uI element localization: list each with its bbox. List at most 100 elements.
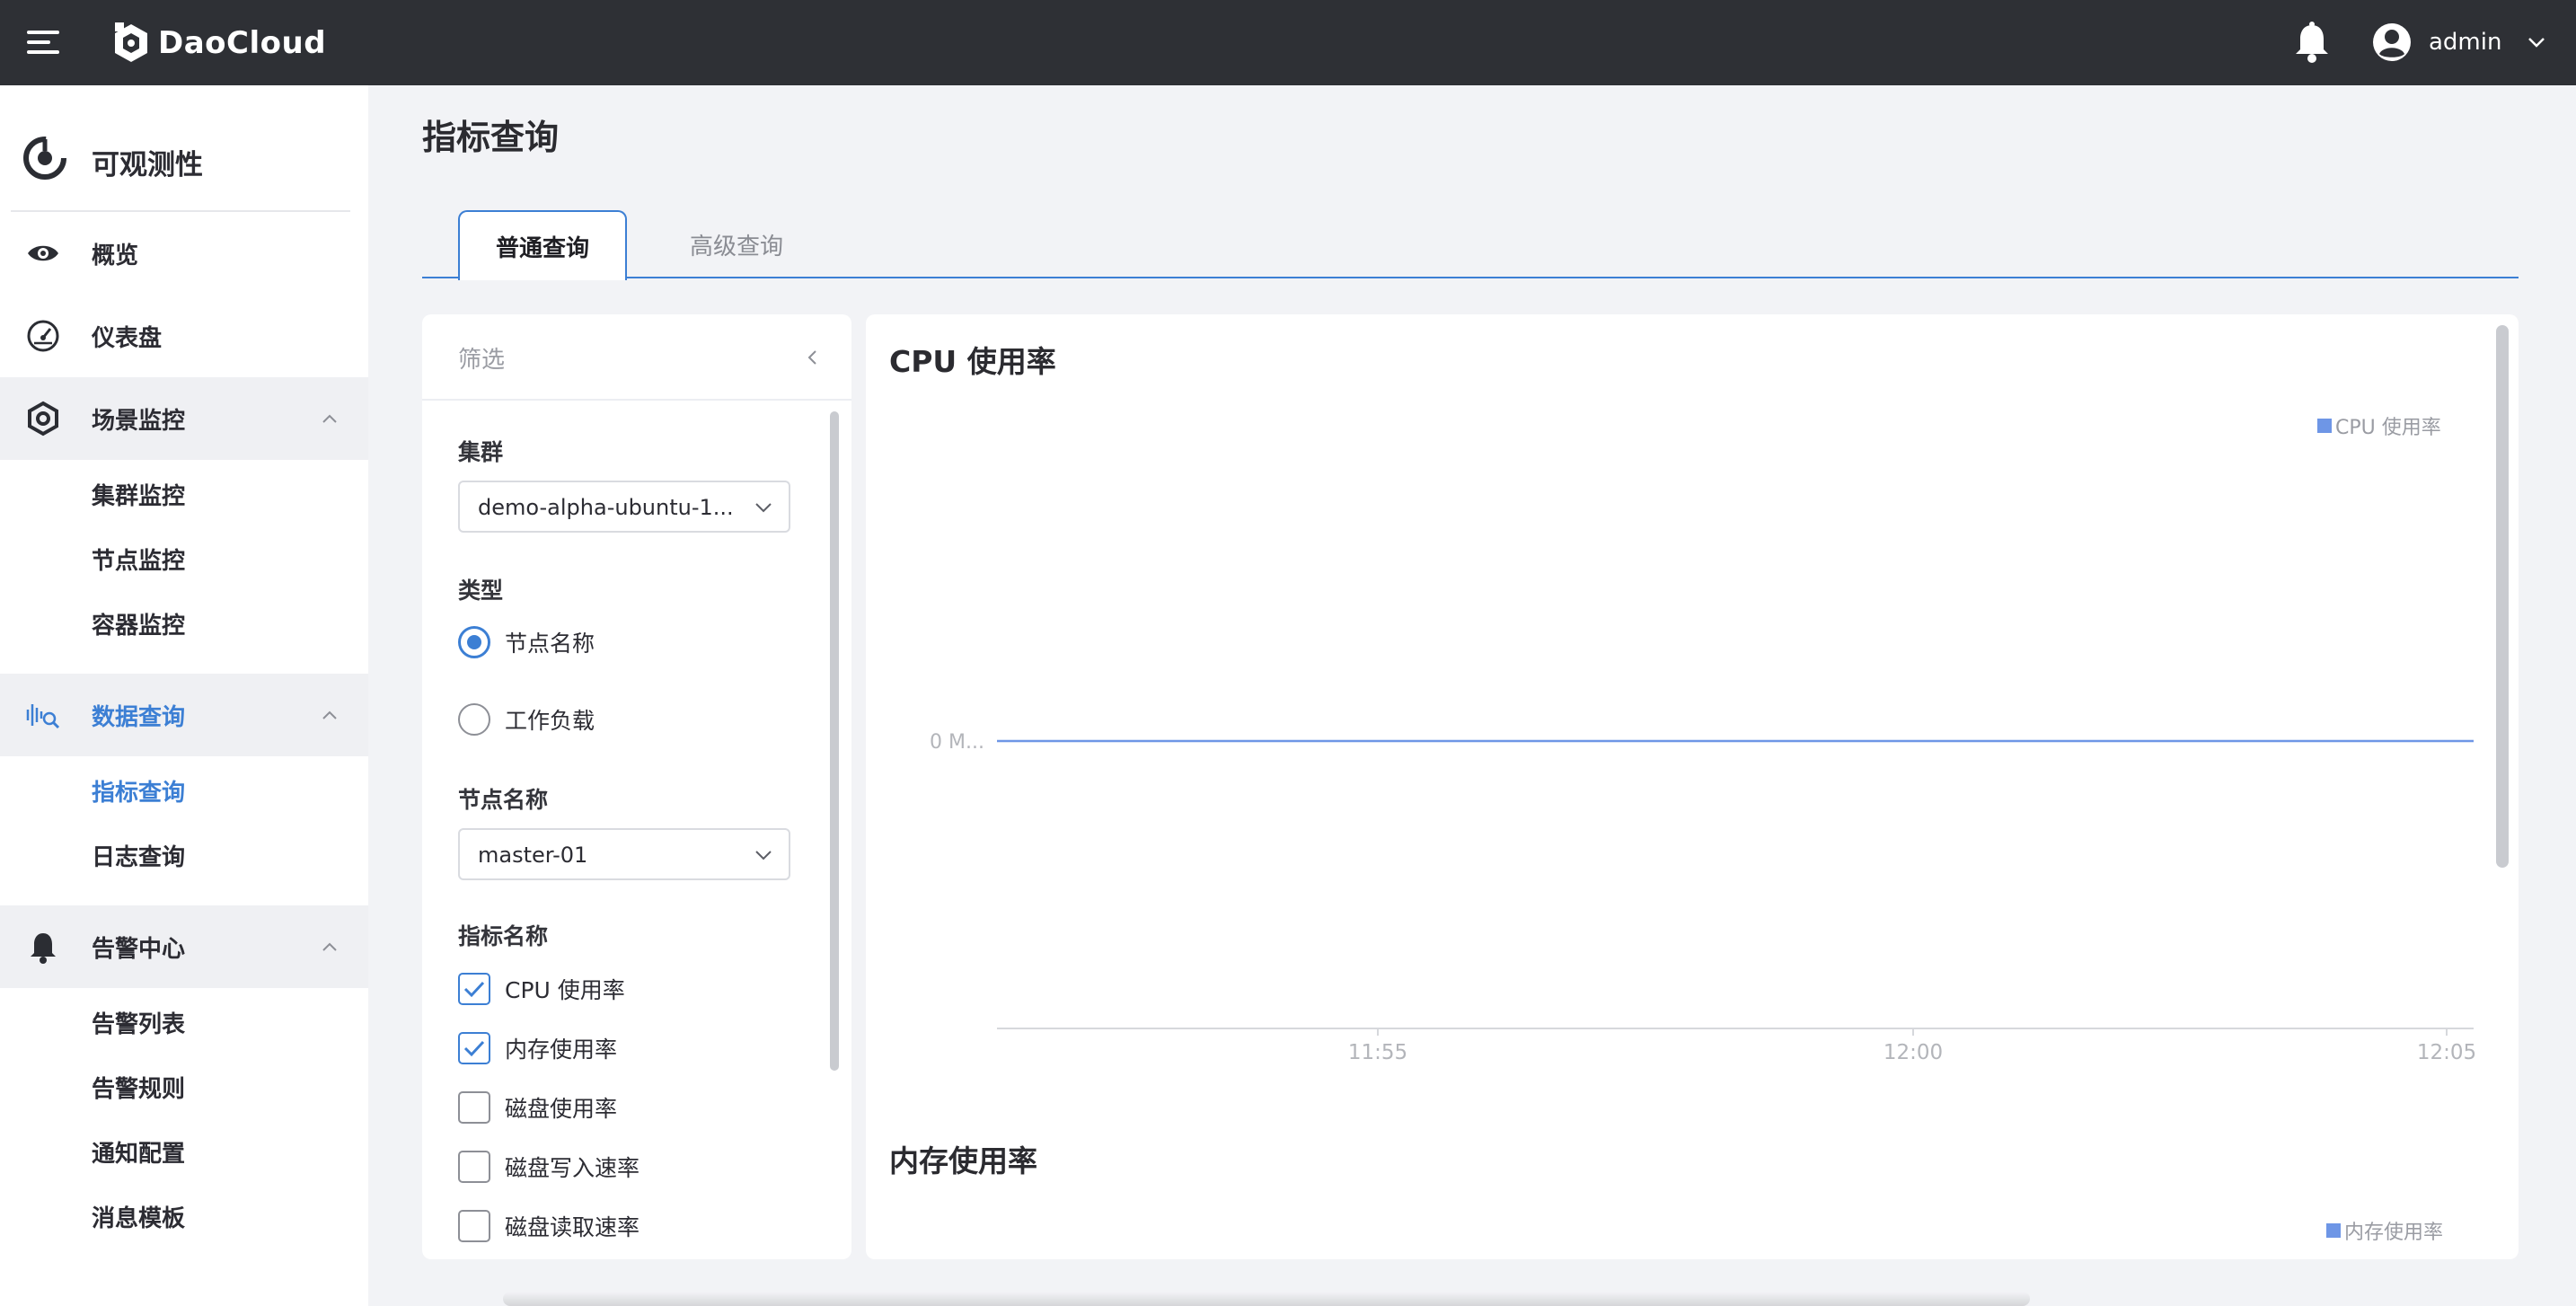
legend-swatch bbox=[2326, 1223, 2341, 1238]
checkbox-label: 磁盘写入速率 bbox=[505, 1155, 640, 1181]
sidebar-item-label: 指标查询 bbox=[92, 780, 186, 807]
checkbox-label: 内存使用率 bbox=[505, 1037, 618, 1063]
check-icon bbox=[463, 981, 485, 998]
user-name: admin bbox=[2429, 29, 2502, 56]
cpu-usage-chart: 11:55 12:00 12:05 0 M... bbox=[930, 731, 2476, 1064]
sidebar-item-label: 数据查询 bbox=[92, 704, 186, 731]
radio-unselected[interactable] bbox=[458, 703, 490, 736]
checkbox-label: 磁盘读取速率 bbox=[505, 1214, 640, 1240]
sidebar-item-alert-rules[interactable]: 告警规则 bbox=[0, 1053, 368, 1117]
gauge-icon bbox=[27, 320, 59, 352]
waveform-search-icon bbox=[26, 704, 60, 729]
chevron-down-icon bbox=[755, 851, 772, 860]
sidebar-item-data-query[interactable]: 数据查询 bbox=[0, 674, 368, 756]
sidebar-item-label: 通知配置 bbox=[92, 1141, 186, 1168]
checkbox-unchecked[interactable] bbox=[458, 1210, 490, 1242]
checkbox-checked[interactable] bbox=[458, 1032, 490, 1064]
brand-name: DaoCloud bbox=[158, 25, 327, 61]
sidebar: 可观测性 概览 仪表盘 场景监控 集群监控 节点监控 容器监控 数据查询 指标查… bbox=[0, 85, 368, 1306]
hexagon-icon bbox=[28, 401, 58, 437]
x-tick-label: 12:00 bbox=[1883, 1041, 1943, 1064]
tab-advanced-query[interactable]: 高级查询 bbox=[656, 210, 817, 278]
node-name-select[interactable]: master-01 bbox=[458, 828, 790, 880]
metric-name-label: 指标名称 bbox=[458, 923, 549, 949]
query-tabs: 普通查询 高级查询 bbox=[422, 210, 2519, 280]
radio-label: 工作负载 bbox=[505, 708, 595, 734]
sidebar-item-label: 消息模板 bbox=[92, 1205, 186, 1232]
metric-checkbox-disk-usage[interactable]: 磁盘使用率 bbox=[458, 1090, 617, 1125]
legend-label: 内存使用率 bbox=[2344, 1222, 2444, 1244]
sidebar-item-notification-config[interactable]: 通知配置 bbox=[0, 1117, 368, 1182]
sidebar-item-overview[interactable]: 概览 bbox=[0, 212, 368, 295]
notification-bell-icon[interactable] bbox=[2292, 20, 2332, 65]
checkbox-unchecked[interactable] bbox=[458, 1151, 490, 1183]
type-label: 类型 bbox=[458, 578, 504, 604]
sidebar-item-metric-query[interactable]: 指标查询 bbox=[0, 756, 368, 821]
type-radio-workload[interactable]: 工作负载 bbox=[458, 702, 595, 737]
legend-memory[interactable]: 内存使用率 bbox=[2326, 1216, 2443, 1245]
sidebar-item-label: 日志查询 bbox=[92, 844, 186, 871]
x-tick-label: 11:55 bbox=[1348, 1041, 1407, 1064]
chart-scrollbar[interactable] bbox=[2493, 322, 2511, 1256]
sidebar-header: 可观测性 bbox=[0, 117, 368, 201]
sidebar-item-label: 告警中心 bbox=[92, 936, 186, 963]
node-name-label: 节点名称 bbox=[458, 787, 549, 813]
hamburger-menu-icon[interactable] bbox=[25, 25, 61, 61]
sidebar-item-label: 集群监控 bbox=[92, 483, 186, 510]
radio-label: 节点名称 bbox=[505, 631, 595, 657]
scrollbar-thumb[interactable] bbox=[2496, 325, 2509, 868]
tab-basic-query[interactable]: 普通查询 bbox=[458, 210, 627, 280]
sidebar-title: 可观测性 bbox=[92, 149, 203, 181]
chevron-up-icon bbox=[322, 942, 337, 951]
chart-title-memory: 内存使用率 bbox=[889, 1143, 1037, 1178]
sidebar-item-cluster-monitoring[interactable]: 集群监控 bbox=[0, 460, 368, 525]
y-tick-label: 0 M... bbox=[930, 731, 984, 754]
filter-scrollbar[interactable] bbox=[828, 408, 841, 1259]
sidebar-item-log-query[interactable]: 日志查询 bbox=[0, 821, 368, 886]
metric-checkbox-disk-write[interactable]: 磁盘写入速率 bbox=[458, 1149, 640, 1185]
user-avatar-icon bbox=[2373, 23, 2411, 61]
chart-panel: CPU 使用率 CPU 使用率 11:55 12:00 12:05 0 M... 内存… bbox=[866, 314, 2519, 1259]
filter-title: 筛选 bbox=[458, 347, 506, 374]
sidebar-item-node-monitoring[interactable]: 节点监控 bbox=[0, 525, 368, 589]
filter-panel: 筛选 集群 demo-alpha-ubuntu-1... 类型 节点名称 工作负… bbox=[422, 314, 851, 1259]
check-icon bbox=[463, 1040, 485, 1057]
radio-selected[interactable] bbox=[458, 626, 490, 658]
sidebar-item-label: 场景监控 bbox=[92, 408, 186, 435]
observability-logo-icon bbox=[23, 137, 66, 180]
user-menu[interactable]: admin bbox=[2371, 20, 2546, 65]
checkbox-checked[interactable] bbox=[458, 973, 490, 1005]
metric-checkbox-cpu[interactable]: CPU 使用率 bbox=[458, 971, 625, 1007]
sidebar-item-scene-monitoring[interactable]: 场景监控 bbox=[0, 377, 368, 460]
scrollbar-thumb[interactable] bbox=[830, 411, 839, 1071]
checkbox-unchecked[interactable] bbox=[458, 1091, 490, 1124]
sidebar-item-dashboard[interactable]: 仪表盘 bbox=[0, 295, 368, 377]
bell-icon bbox=[31, 933, 56, 964]
filter-header: 筛选 bbox=[422, 314, 851, 401]
top-bar: DaoCloud admin bbox=[0, 0, 2576, 85]
sidebar-item-label: 告警规则 bbox=[92, 1076, 186, 1103]
daocloud-logo-icon bbox=[115, 22, 147, 62]
bottom-shadow bbox=[503, 1292, 2030, 1306]
metric-checkbox-disk-read[interactable]: 磁盘读取速率 bbox=[458, 1208, 640, 1244]
metric-checkbox-memory[interactable]: 内存使用率 bbox=[458, 1030, 617, 1066]
checkbox-label: 磁盘使用率 bbox=[505, 1096, 618, 1122]
sidebar-item-alert-list[interactable]: 告警列表 bbox=[0, 988, 368, 1053]
cluster-select-value: demo-alpha-ubuntu-1... bbox=[478, 495, 734, 520]
sidebar-item-label: 容器监控 bbox=[92, 613, 186, 640]
chevron-down-icon bbox=[2528, 38, 2545, 48]
chevron-up-icon bbox=[322, 414, 337, 423]
type-radio-node-name[interactable]: 节点名称 bbox=[458, 624, 595, 660]
sidebar-item-message-template[interactable]: 消息模板 bbox=[0, 1182, 368, 1247]
cluster-label: 集群 bbox=[458, 439, 504, 465]
chevron-up-icon bbox=[322, 710, 337, 719]
sidebar-item-container-monitoring[interactable]: 容器监控 bbox=[0, 589, 368, 654]
x-tick-label: 12:05 bbox=[2417, 1041, 2476, 1064]
sidebar-item-alert-center[interactable]: 告警中心 bbox=[0, 905, 368, 988]
brand-logo[interactable]: DaoCloud bbox=[111, 20, 326, 66]
chevron-left-icon[interactable] bbox=[803, 347, 823, 368]
sidebar-item-label: 概览 bbox=[92, 243, 139, 269]
cluster-select[interactable]: demo-alpha-ubuntu-1... bbox=[458, 481, 790, 533]
chevron-down-icon bbox=[755, 503, 772, 513]
sidebar-item-label: 仪表盘 bbox=[92, 325, 163, 352]
